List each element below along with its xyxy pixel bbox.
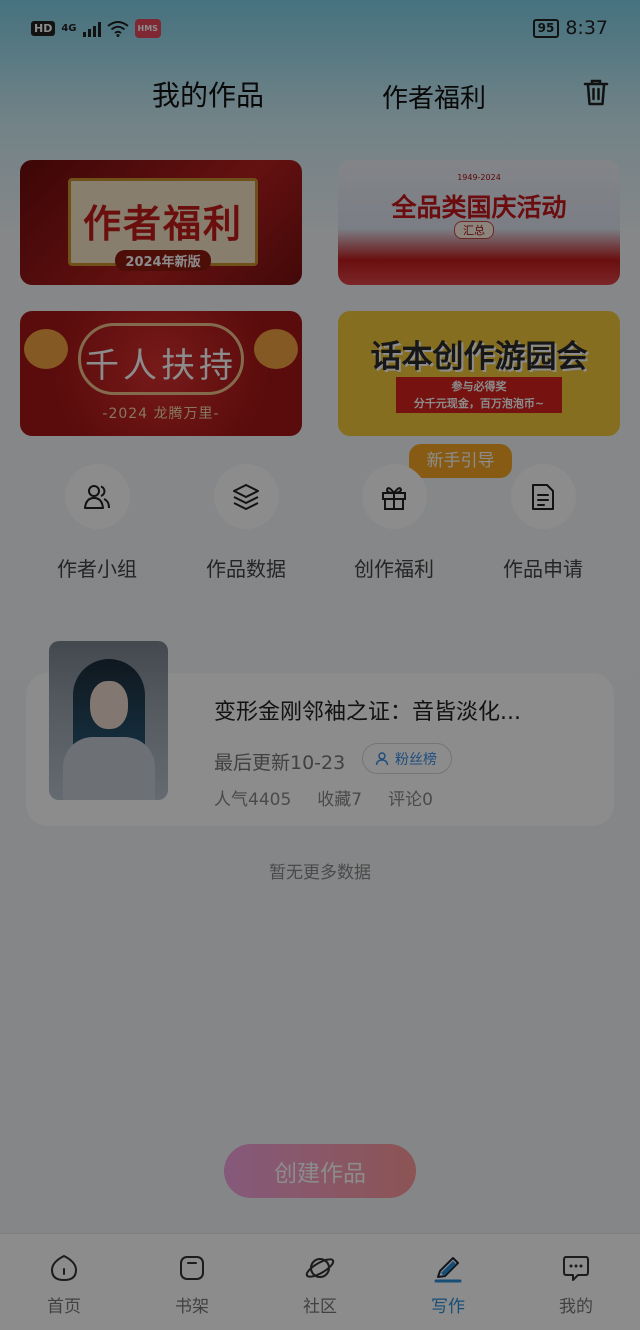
document-icon (532, 483, 554, 510)
banner-subtitle: -2024 龙腾万里- (102, 406, 220, 422)
func-circle (64, 464, 130, 529)
signal-icon (82, 21, 101, 37)
no-more-data: 暂无更多数据 (269, 863, 371, 883)
nav-home[interactable]: 首页 (0, 1234, 128, 1330)
banner-thousand-support[interactable]: 千人扶持 -2024 龙腾万里- (20, 311, 302, 436)
cover-body (63, 737, 155, 800)
tab-author-welfare[interactable]: 作者福利 (382, 78, 486, 115)
writing-page: HD 4G HMS 95 8:37 我的作品 作者福利 作者福利 2024年新版… (0, 0, 640, 1330)
lantern-icon (24, 329, 68, 369)
clock: 8:37 (565, 17, 608, 39)
func-circle (213, 464, 279, 529)
banner-national-day[interactable]: 1949-2024 全品类国庆活动 汇总 (338, 160, 620, 285)
nav-writing[interactable]: 写作 (384, 1234, 512, 1330)
hd-badge: HD (31, 21, 56, 36)
banner-line2: 分千元现金，百万泡泡币~ (413, 397, 545, 410)
nav-label: 首页 (47, 1297, 81, 1317)
hms-icon: HMS (134, 19, 161, 38)
work-title: 变形金刚邻袖之证：音皆淡化... (214, 700, 521, 725)
nav-label: 写作 (431, 1297, 465, 1317)
work-cover[interactable] (49, 641, 168, 800)
nav-mine[interactable]: 我的 (512, 1234, 640, 1330)
create-work-button[interactable]: 创建作品 (224, 1144, 416, 1198)
banner-subtitle: 2024年新版 (115, 250, 211, 271)
status-right: 95 8:37 (532, 17, 608, 39)
chat-icon (563, 1256, 589, 1281)
nav-bookshelf[interactable]: 书架 (128, 1234, 256, 1330)
layers-icon (233, 483, 259, 510)
nav-label: 我的 (559, 1297, 593, 1317)
tab-my-works[interactable]: 我的作品 (152, 74, 264, 114)
bottom-nav: 首页 书架 社区 写作 我的 (0, 1233, 640, 1330)
pen-icon (434, 1257, 462, 1283)
banner-title: 作者福利 (82, 202, 243, 246)
planet-icon (305, 1258, 335, 1278)
work-update-time: 最后更新10-23 (214, 752, 346, 774)
bookshelf-icon (180, 1256, 204, 1280)
network-label: 4G (61, 23, 77, 34)
func-circle (361, 464, 427, 529)
nav-label: 社区 (303, 1297, 337, 1317)
banner-scroll: 作者福利 2024年新版 (68, 178, 258, 271)
cover-face (90, 681, 128, 729)
popularity: 人气4405 (214, 790, 292, 810)
wifi-icon (106, 20, 129, 37)
users-icon (84, 484, 110, 509)
banner-author-welfare[interactable]: 作者福利 2024年新版 (20, 160, 302, 285)
battery-icon: 95 (532, 18, 560, 38)
banner-prize-box: 参与必得奖 分千元现金，百万泡泡币~ (396, 377, 562, 413)
banner-garden-party[interactable]: 话本创作游园会 参与必得奖 分千元现金，百万泡泡币~ (338, 311, 620, 436)
func-circle (510, 464, 576, 529)
banner-title: 千人扶持 (85, 346, 237, 386)
func-label: 作品数据 (206, 557, 286, 581)
trash-icon[interactable] (580, 76, 612, 108)
status-bar: HD 4G HMS 95 8:37 (0, 0, 640, 58)
status-left: HD 4G HMS (31, 19, 161, 38)
banner-line1: 参与必得奖 (451, 380, 507, 393)
user-icon (375, 751, 389, 765)
home-icon (50, 1254, 78, 1282)
func-label: 创作福利 (354, 557, 434, 581)
func-label: 作品申请 (503, 557, 583, 581)
banner-ring: 千人扶持 (78, 323, 244, 395)
func-creation-welfare[interactable]: 创作福利 (334, 464, 454, 582)
work-stats: 人气4405 收藏7 评论0 (214, 785, 433, 810)
fans-ranking-label: 粉丝榜 (395, 751, 437, 768)
banner-title: 全品类国庆活动 (391, 193, 567, 222)
fans-ranking-button[interactable]: 粉丝榜 (362, 743, 452, 774)
func-author-group[interactable]: 作者小组 (37, 464, 157, 582)
banner-subtitle: 汇总 (454, 221, 494, 239)
func-work-data[interactable]: 作品数据 (186, 464, 306, 582)
func-label: 作者小组 (57, 557, 137, 581)
favorites: 收藏7 (317, 790, 363, 810)
func-work-application[interactable]: 作品申请 (483, 464, 603, 582)
banner-years: 1949-2024 (457, 173, 501, 182)
comments: 评论0 (388, 790, 433, 810)
nav-community[interactable]: 社区 (256, 1234, 384, 1330)
gift-icon (382, 486, 406, 510)
lantern-icon (254, 329, 298, 369)
nav-label: 书架 (175, 1297, 209, 1317)
banner-title: 话本创作游园会 (370, 339, 588, 375)
